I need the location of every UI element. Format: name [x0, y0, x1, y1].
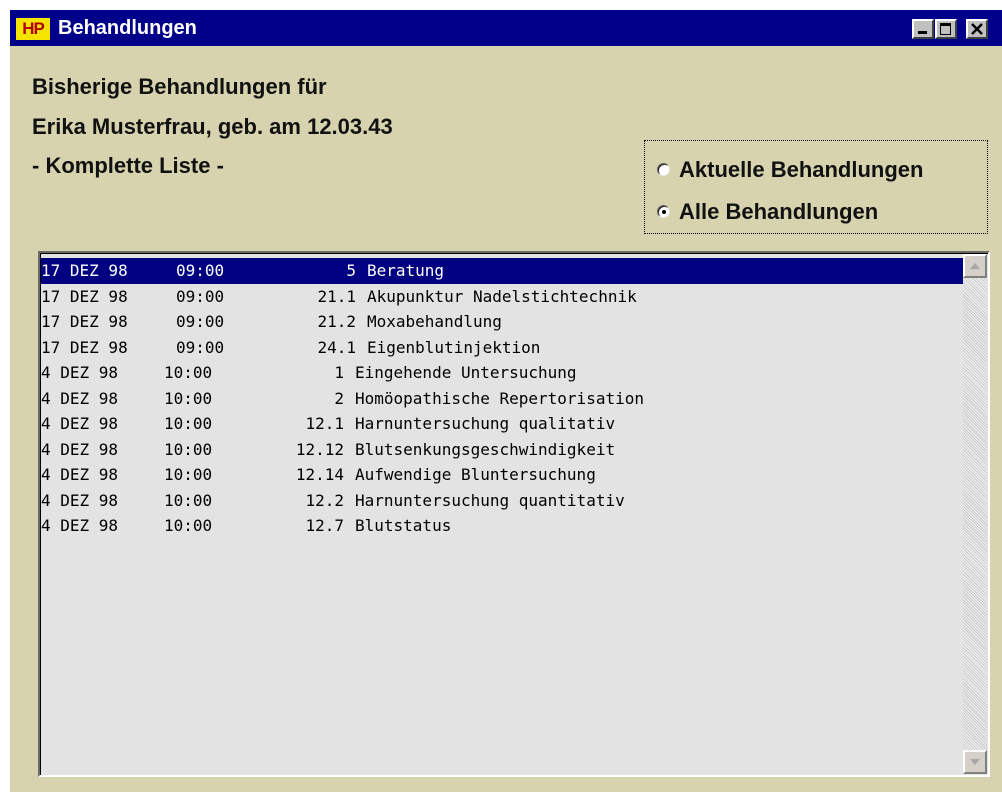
treatment-time: 10:00: [164, 490, 213, 510]
treatment-time: 09:00: [176, 312, 225, 331]
treatment-code: 12.1: [305, 414, 344, 433]
treatment-code: 12.14: [295, 465, 344, 484]
patient-name-birthdate: Erika Musterfrau, geb. am 12.03.43: [32, 114, 393, 139]
treatment-code: 12.12: [295, 439, 344, 459]
close-button[interactable]: [966, 19, 988, 39]
treatment-time: 10:00: [164, 414, 213, 433]
title-bar[interactable]: HP Behandlungen: [10, 10, 1002, 46]
treatment-date: 4 DEZ 98: [41, 516, 119, 535]
treatment-description: Blutsenkungsgeschwindigkeit: [355, 439, 616, 459]
treatment-row[interactable]: 4 DEZ 98 10:00 1 Eingehende Untersuchung: [41, 360, 963, 386]
arrow-down-icon: [970, 759, 980, 765]
treatment-row[interactable]: 4 DEZ 98 10:00 12.12 Blutsenkungsgeschwindi…: [41, 437, 963, 463]
treatment-time: 10:00: [164, 363, 213, 382]
treatment-filter-group: Aktuelle Behandlungen Alle Behandlungen: [644, 140, 988, 234]
treatment-description: Eingehende Untersuchung: [355, 363, 577, 382]
treatment-description: Beratung: [367, 261, 445, 280]
treatment-code: 1: [334, 363, 344, 382]
radio-button-unselected[interactable]: [657, 163, 670, 176]
list-mode-label: - Komplette Liste -: [32, 153, 224, 178]
treatment-row[interactable]: 4 DEZ 98 10:00 12.14 Aufwendige Bluntersuch…: [41, 462, 963, 488]
treatment-code: 24.1: [317, 337, 356, 357]
treatment-time: 09:00: [176, 261, 225, 280]
treatment-date: 4 DEZ 98: [41, 465, 119, 484]
treatments-window: HP Behandlungen Bisherige Behandlungen f…: [8, 8, 1002, 792]
treatment-date: 4 DEZ 98: [41, 414, 119, 433]
minimize-button[interactable]: [912, 19, 934, 39]
scroll-up-button[interactable]: [963, 254, 987, 278]
treatment-date: 17 DEZ 98: [41, 312, 128, 331]
treatment-time: 10:00: [164, 465, 213, 484]
treatment-row[interactable]: 17 DEZ 98 09:00 21.2 Moxabehandlung: [41, 309, 963, 335]
treatment-description: Akupunktur Nadelstichtechnik: [367, 286, 637, 306]
treatment-code: 2: [334, 388, 344, 408]
radio-label-all: Alle Behandlungen: [679, 199, 879, 224]
treatment-code: 21.2: [317, 312, 356, 331]
window-title: Behandlungen: [58, 17, 197, 39]
radio-button-selected[interactable]: [657, 205, 670, 218]
treatment-row[interactable]: 4 DEZ 98 10:00 2 Homöopathische Repertorisa…: [41, 386, 963, 412]
treatment-time: 09:00: [176, 286, 225, 306]
treatment-code: 12.7: [305, 516, 344, 535]
treatments-list-rows: 17 DEZ 98 09:00 5 Beratung 17 DEZ 98 09:00 21.…: [41, 258, 963, 539]
radio-dot-icon: [662, 210, 666, 214]
close-icon: [971, 23, 983, 35]
heading-previous-treatments: Bisherige Behandlungen für: [32, 74, 327, 99]
treatment-date: 17 DEZ 98: [41, 337, 128, 357]
treatment-code: 21.1: [317, 286, 356, 306]
arrow-up-icon: [970, 263, 980, 269]
maximize-button[interactable]: [935, 19, 957, 39]
treatment-date: 17 DEZ 98: [41, 286, 128, 306]
treatment-row[interactable]: 17 DEZ 98 09:00 21.1 Akupunktur Nadelsticht…: [41, 284, 963, 310]
treatment-code: 12.2: [305, 490, 344, 510]
treatment-description: Eigenblutinjektion: [367, 337, 541, 357]
treatment-time: 10:00: [164, 516, 213, 535]
treatment-time: 09:00: [176, 337, 225, 357]
treatment-time: 10:00: [164, 439, 213, 459]
treatment-code: 5: [346, 261, 356, 280]
treatment-description: Harnuntersuchung quantitativ: [355, 490, 625, 510]
treatment-row[interactable]: 4 DEZ 98 10:00 12.1 Harnuntersuchung qualit…: [41, 411, 963, 437]
scroll-down-button[interactable]: [963, 750, 987, 774]
hp-logo-icon[interactable]: HP: [16, 18, 50, 40]
radio-label-current: Aktuelle Behandlungen: [679, 157, 924, 182]
treatments-list[interactable]: 17 DEZ 98 09:00 5 Beratung 17 DEZ 98 09:00 21.…: [38, 251, 990, 777]
vertical-scrollbar[interactable]: [963, 254, 987, 774]
treatment-row[interactable]: 17 DEZ 98 09:00 5 Beratung: [41, 258, 963, 284]
treatment-date: 4 DEZ 98: [41, 388, 119, 408]
treatment-date: 4 DEZ 98: [41, 439, 119, 459]
treatment-date: 17 DEZ 98: [41, 261, 128, 280]
treatment-row[interactable]: 4 DEZ 98 10:00 12.2 Harnuntersuchung quanti…: [41, 488, 963, 514]
treatment-row[interactable]: 17 DEZ 98 09:00 24.1 Eigenblutinjektion: [41, 335, 963, 361]
treatment-description: Homöopathische Repertorisation: [355, 388, 644, 408]
treatment-description: Blutstatus: [355, 516, 452, 535]
treatment-date: 4 DEZ 98: [41, 490, 119, 510]
treatment-description: Harnuntersuchung qualitativ: [355, 414, 616, 433]
treatment-row[interactable]: 4 DEZ 98 10:00 12.7 Blutstatus: [41, 513, 963, 539]
treatment-time: 10:00: [164, 388, 213, 408]
treatment-date: 4 DEZ 98: [41, 363, 119, 382]
treatment-description: Aufwendige Bluntersuchung: [355, 465, 596, 484]
treatment-description: Moxabehandlung: [367, 312, 502, 331]
